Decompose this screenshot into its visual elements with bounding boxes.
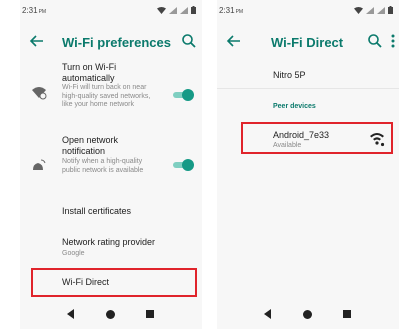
search-icon[interactable] (366, 32, 384, 50)
nav-recents-icon[interactable] (343, 310, 351, 318)
status-icons (354, 6, 393, 14)
section-label: Peer devices (273, 103, 316, 110)
nav-bar (217, 299, 399, 329)
signal-icon (366, 6, 374, 14)
status-time: 2:31PM (219, 6, 244, 15)
wifi-direct-screen: 2:31PM Wi-Fi Direct Nitro 5P Peer device… (217, 0, 399, 329)
nav-home-icon[interactable] (106, 310, 115, 319)
list-item-title[interactable]: Open network notification (62, 135, 162, 157)
wifi-notification-icon (33, 159, 46, 170)
signal-icon (180, 6, 188, 14)
wifi-status-icon (157, 6, 166, 14)
status-bar: 2:31PM (217, 0, 399, 22)
wifi-auto-icon (32, 87, 47, 100)
wifi-status-icon (354, 6, 363, 14)
open-network-toggle[interactable] (173, 159, 194, 171)
highlight-box (31, 268, 197, 297)
battery-icon (388, 6, 393, 14)
list-item-subtitle: Google (62, 250, 85, 257)
nav-home-icon[interactable] (303, 310, 312, 319)
list-item-subtitle: Wi-Fi will turn back on near high-qualit… (62, 84, 151, 108)
signal-icon (169, 6, 177, 14)
nav-recents-icon[interactable] (146, 310, 154, 318)
back-arrow-icon[interactable] (225, 32, 243, 50)
list-item-subtitle: Notify when a high-quality public networ… (62, 158, 144, 174)
list-item-title[interactable]: Network rating provider (62, 237, 155, 248)
back-arrow-icon[interactable] (28, 32, 46, 50)
nav-back-icon[interactable] (66, 309, 76, 319)
page-title: Wi-Fi preferences (62, 35, 171, 50)
status-time: 2:31PM (22, 6, 47, 15)
more-vert-icon[interactable] (387, 32, 399, 50)
battery-icon (191, 6, 196, 14)
status-bar: 2:31PM (20, 0, 202, 22)
auto-wifi-toggle[interactable] (173, 89, 194, 101)
list-item-title[interactable]: Turn on Wi-Fi automatically (62, 62, 162, 84)
app-bar: Wi-Fi Direct (217, 22, 399, 62)
signal-icon (377, 6, 385, 14)
wifi-preferences-screen: 2:31PM Wi-Fi preferences Turn on Wi-Fi a… (20, 0, 202, 329)
highlight-box (241, 122, 393, 154)
status-icons (157, 6, 196, 14)
list-item-title[interactable]: Install certificates (62, 206, 131, 217)
app-bar: Wi-Fi preferences (20, 22, 202, 62)
search-icon[interactable] (180, 32, 198, 50)
divider (217, 88, 399, 89)
device-name[interactable]: Nitro 5P (273, 70, 306, 81)
nav-back-icon[interactable] (263, 309, 273, 319)
nav-bar (20, 299, 202, 329)
page-title: Wi-Fi Direct (271, 35, 344, 50)
